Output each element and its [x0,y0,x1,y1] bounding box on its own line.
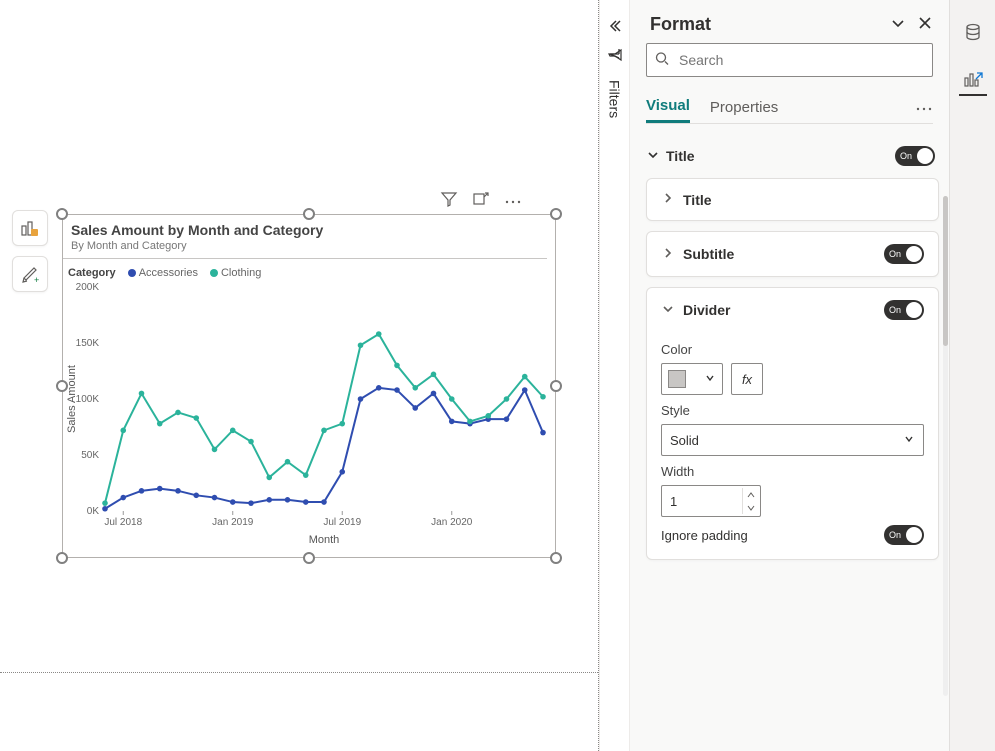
report-canvas[interactable]: + Sales Amount by Month a [0,0,599,751]
bar-chart-icon [20,218,40,238]
svg-text:200K: 200K [76,282,100,293]
resize-handle[interactable] [303,208,315,220]
section-title-label: Title [666,148,895,164]
resize-handle[interactable] [56,552,68,564]
svg-text:Jul 2019: Jul 2019 [323,517,361,528]
divider-width-input[interactable]: 1 [661,485,761,517]
format-search[interactable] [646,43,933,77]
svg-text:Month: Month [309,534,340,546]
chevron-down-icon [661,302,675,319]
chevron-double-left-icon[interactable] [607,18,623,37]
card-title-header[interactable]: Title [647,179,938,220]
chevron-down-icon[interactable] [889,14,907,35]
card-title: Title [646,178,939,221]
filters-label: Filters [607,80,623,118]
svg-text:100K: 100K [76,394,100,405]
svg-text:0K: 0K [87,506,100,517]
paintbrush-icon: + [20,264,40,284]
visualizations-pane-icon[interactable] [959,68,987,96]
style-field-label: Style [661,403,924,418]
spinner-up[interactable] [743,488,758,501]
svg-text:150K: 150K [76,338,100,349]
tab-properties[interactable]: Properties [710,93,778,122]
color-swatch [668,370,686,388]
resize-handle[interactable] [550,552,562,564]
svg-text:Jul 2018: Jul 2018 [104,517,142,528]
fields-tool-button[interactable] [12,210,48,246]
card-divider: Divider On Color [646,287,939,560]
color-field-label: Color [661,342,924,357]
line-chart: 0K 50K 100K 150K 200K Sales Amount Jul 2018 Jan… [63,281,553,549]
focus-mode-icon[interactable] [472,190,490,211]
visual-subtitle: By Month and Category [63,240,555,258]
format-pane-title: Format [650,14,879,35]
card-divider-header[interactable]: Divider On [647,288,938,332]
tab-visual[interactable]: Visual [646,91,690,123]
svg-text:+: + [34,275,39,284]
svg-text:50K: 50K [81,450,99,461]
svg-text:Jan 2020: Jan 2020 [431,517,473,528]
resize-handle[interactable] [56,380,68,392]
resize-handle[interactable] [550,380,562,392]
chevron-right-icon [661,246,675,263]
section-title-header[interactable]: Title On [646,136,939,178]
chevron-right-icon [661,191,675,208]
search-input[interactable] [646,43,933,77]
legend-item[interactable]: Clothing [210,267,261,279]
width-field-label: Width [661,464,924,479]
divider-style-select[interactable]: Solid [661,424,924,456]
title-toggle[interactable]: On [895,146,935,166]
chevron-down-icon [704,372,716,387]
right-rail [949,0,995,751]
card-subtitle: Subtitle On [646,231,939,277]
filters-pane-collapsed[interactable]: Filters [599,0,629,751]
visual-more-icon[interactable] [504,193,522,208]
select-value: Solid [670,433,699,448]
data-pane-icon[interactable] [959,18,987,46]
card-divider-label: Divider [683,302,884,318]
svg-text:Jan 2019: Jan 2019 [212,517,254,528]
divider-color-picker[interactable] [661,363,723,395]
ignore-padding-toggle[interactable]: On [884,525,924,545]
chart-visual[interactable]: Sales Amount by Month and Category By Mo… [62,214,556,558]
funnel-icon [440,190,458,208]
resize-handle[interactable] [550,208,562,220]
focus-icon [472,190,490,208]
chevron-down-icon [903,433,915,448]
legend-item[interactable]: Accessories [128,267,198,279]
visual-filter-icon[interactable] [440,190,458,211]
spinner-down[interactable] [743,501,758,514]
visual-divider [63,258,547,259]
card-subtitle-label: Subtitle [683,246,884,262]
fx-button[interactable]: fx [731,363,763,395]
scrollbar-thumb[interactable] [943,196,948,346]
svg-text:Sales Amount: Sales Amount [66,365,78,433]
chevron-down-icon [646,148,660,165]
resize-handle[interactable] [303,552,315,564]
search-icon [654,51,670,70]
card-subtitle-header[interactable]: Subtitle On [647,232,938,276]
chart-legend: CategoryAccessoriesClothing [63,263,555,281]
tabs-more-icon[interactable] [915,100,933,115]
subtitle-toggle[interactable]: On [884,244,924,264]
resize-handle[interactable] [56,208,68,220]
format-pane: Format Visual Properties [629,0,949,751]
more-horizontal-icon [504,199,522,205]
divider-toggle[interactable]: On [884,300,924,320]
card-title-label: Title [683,192,924,208]
format-tool-button[interactable]: + [12,256,48,292]
filters-collapsed-icon [607,47,623,66]
close-icon[interactable] [917,15,933,34]
width-value: 1 [670,494,677,509]
ignore-padding-label: Ignore padding [661,528,748,543]
